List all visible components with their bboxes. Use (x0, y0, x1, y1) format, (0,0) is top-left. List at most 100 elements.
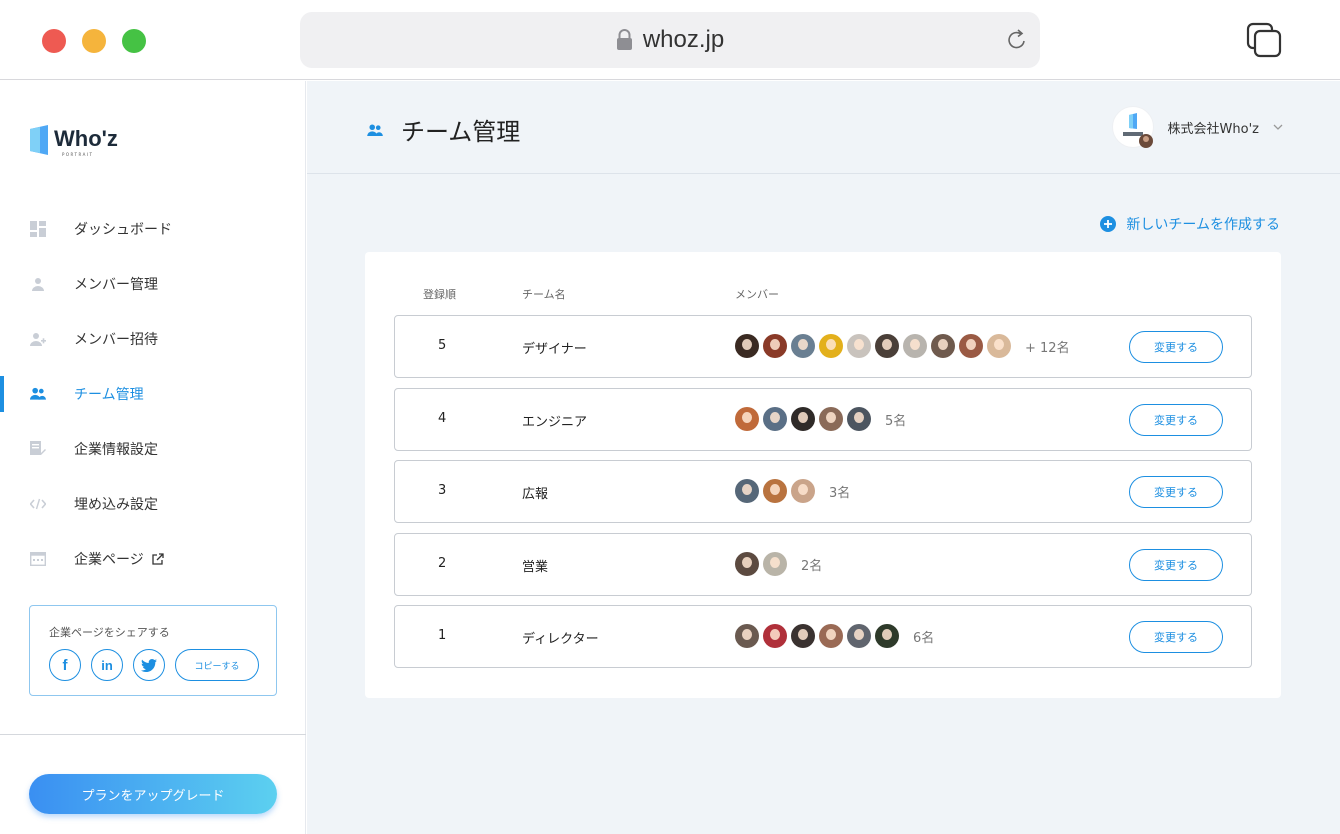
company-menu[interactable]: 株式会社Who'z (1111, 106, 1283, 148)
sidebar-item-company-page[interactable]: 企業ページ (0, 531, 306, 586)
create-team-button[interactable]: 新しいチームを作成する (1100, 214, 1280, 234)
change-team-button[interactable]: 変更する (1129, 621, 1223, 653)
member-avatar[interactable] (847, 334, 871, 358)
whoz-logo[interactable]: Who'z PORTRAIT (30, 125, 118, 159)
reload-icon[interactable] (1004, 27, 1030, 53)
edit-document-icon (30, 441, 46, 457)
team-name: エンジニア (522, 415, 588, 430)
member-avatar[interactable] (987, 334, 1011, 358)
member-avatar[interactable] (819, 407, 843, 431)
column-header-order: 登録順 (423, 288, 456, 301)
change-team-button[interactable]: 変更する (1129, 404, 1223, 436)
create-team-label: 新しいチームを作成する (1126, 217, 1280, 233)
member-count: 2名 (801, 558, 823, 574)
member-avatar[interactable] (931, 334, 955, 358)
column-header-members: メンバー (735, 288, 779, 301)
member-avatars: 2名 (735, 552, 822, 576)
sidebar-item-label: 埋め込み設定 (74, 496, 158, 513)
team-icon (30, 386, 46, 402)
sidebar-item-label: 企業ページ (74, 551, 144, 568)
sidebar-item-team-management[interactable]: チーム管理 (0, 366, 306, 421)
twitter-icon (141, 658, 157, 672)
table-row: 3 広報 3名 変更する (394, 460, 1252, 523)
member-count: 3名 (829, 485, 851, 501)
chevron-down-icon (1273, 124, 1283, 130)
member-avatar[interactable] (763, 479, 787, 503)
twitter-share-button[interactable] (133, 649, 165, 681)
company-avatar (1111, 106, 1154, 148)
upgrade-plan-button[interactable]: プランをアップグレード (29, 774, 277, 814)
sidebar-item-label: チーム管理 (74, 386, 144, 403)
member-avatar[interactable] (959, 334, 983, 358)
logo-subtext: PORTRAIT (62, 152, 94, 157)
linkedin-share-button[interactable]: in (91, 649, 123, 681)
minimize-window-button[interactable] (82, 29, 106, 53)
change-team-button[interactable]: 変更する (1129, 476, 1223, 508)
logo-text: Who'z (54, 126, 118, 151)
member-avatar[interactable] (847, 407, 871, 431)
sidebar-item-label: メンバー管理 (74, 276, 158, 293)
address-bar[interactable]: whoz.jp (300, 12, 1040, 68)
change-team-button[interactable]: 変更する (1129, 331, 1223, 363)
facebook-share-button[interactable]: f (49, 649, 81, 681)
member-avatar[interactable] (791, 407, 815, 431)
member-avatars: 6名 (735, 624, 934, 648)
facebook-icon: f (62, 656, 68, 674)
sidebar-item-dashboard[interactable]: ダッシュボード (0, 201, 306, 256)
member-avatar[interactable] (763, 624, 787, 648)
member-avatar[interactable] (763, 334, 787, 358)
member-avatars: 5名 (735, 407, 906, 431)
member-avatar[interactable] (763, 407, 787, 431)
sidebar-divider (0, 734, 306, 735)
member-avatar[interactable] (819, 334, 843, 358)
member-avatar[interactable] (735, 334, 759, 358)
member-count: 6名 (913, 630, 935, 646)
tabs-overview-icon[interactable] (1246, 22, 1282, 58)
sidebar-item-member-management[interactable]: メンバー管理 (0, 256, 306, 311)
close-window-button[interactable] (42, 29, 66, 53)
member-avatar[interactable] (819, 624, 843, 648)
calendar-page-icon (30, 551, 46, 567)
linkedin-icon: in (101, 657, 113, 673)
member-avatars: 3名 (735, 479, 850, 503)
sidebar: Who'z PORTRAIT ダッシュボード メンバー管理 メンバー招待 チーム… (0, 81, 306, 834)
member-avatars: + 12名 (735, 334, 1070, 358)
team-table: 登録順 チーム名 メンバー 5 デザイナー + 12名 変更する 4 エンジニア 5名 変更す… (365, 252, 1281, 698)
company-logo-icon (1122, 113, 1153, 148)
member-avatar[interactable] (763, 552, 787, 576)
member-avatar[interactable] (791, 624, 815, 648)
member-avatar[interactable] (735, 624, 759, 648)
share-title: 企業ページをシェアする (49, 626, 170, 639)
member-avatar[interactable] (791, 334, 815, 358)
share-box: 企業ページをシェアする f in コピーする (29, 605, 277, 696)
team-icon (367, 123, 383, 136)
sidebar-item-embed-settings[interactable]: 埋め込み設定 (0, 476, 306, 531)
sidebar-nav: ダッシュボード メンバー管理 メンバー招待 チーム管理 企業情報設定 埋め込み設… (0, 201, 306, 586)
person-add-icon (30, 331, 46, 347)
member-avatar[interactable] (903, 334, 927, 358)
team-name: 営業 (522, 560, 549, 575)
team-order: 2 (438, 556, 447, 571)
member-avatar[interactable] (875, 624, 899, 648)
sidebar-item-member-invite[interactable]: メンバー招待 (0, 311, 306, 366)
member-avatar[interactable] (847, 624, 871, 648)
page-title: チーム管理 (401, 118, 521, 146)
member-avatar[interactable] (875, 334, 899, 358)
column-header-team-name: チーム名 (522, 288, 566, 301)
plus-circle-icon (1100, 216, 1117, 232)
sidebar-item-company-settings[interactable]: 企業情報設定 (0, 421, 306, 476)
change-team-button[interactable]: 変更する (1129, 549, 1223, 581)
member-avatar[interactable] (735, 479, 759, 503)
team-name: 広報 (522, 487, 549, 502)
member-avatar[interactable] (735, 552, 759, 576)
logo-mark-icon (30, 125, 48, 155)
maximize-window-button[interactable] (122, 29, 146, 53)
member-avatar[interactable] (791, 479, 815, 503)
copy-link-button[interactable]: コピーする (175, 649, 259, 681)
team-order: 4 (438, 411, 447, 426)
member-avatar[interactable] (735, 407, 759, 431)
team-order: 3 (438, 483, 447, 498)
table-row: 1 ディレクター 6名 変更する (394, 605, 1252, 668)
page-header: チーム管理 株式会社Who'z (307, 81, 1340, 174)
team-order: 5 (438, 338, 447, 353)
